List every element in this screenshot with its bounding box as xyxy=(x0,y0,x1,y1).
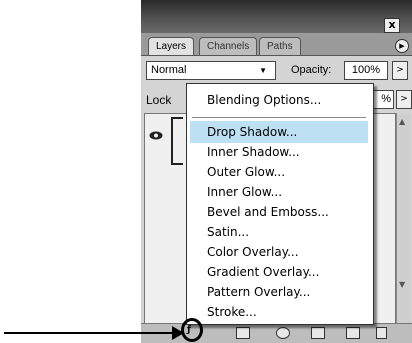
scroll-down-icon[interactable]: ▼ xyxy=(399,280,405,289)
scroll-up-icon[interactable]: ▲ xyxy=(399,117,405,126)
tab-channels[interactable]: Channels xyxy=(199,37,258,55)
menu-item-gradient-overlay[interactable]: Gradient Overlay... xyxy=(207,262,319,282)
menu-item-inner-glow[interactable]: Inner Glow... xyxy=(207,182,282,202)
folder-icon[interactable] xyxy=(311,327,325,339)
fill-field[interactable]: % xyxy=(372,90,394,109)
callout-arrow-line xyxy=(4,332,178,334)
menu-item-outer-glow[interactable]: Outer Glow... xyxy=(207,162,285,182)
fill-slider-button[interactable]: > xyxy=(396,90,412,109)
menu-item-blending-options[interactable]: Blending Options... xyxy=(207,90,321,110)
trash-icon[interactable] xyxy=(376,327,387,339)
menu-item-drop-shadow[interactable]: Drop Shadow... xyxy=(207,122,297,142)
new-layer-icon[interactable] xyxy=(346,327,360,339)
blend-mode-value: Normal xyxy=(151,64,187,76)
eye-icon[interactable] xyxy=(149,131,163,140)
menu-item-bevel-emboss[interactable]: Bevel and Emboss... xyxy=(207,202,329,222)
menu-item-pattern-overlay[interactable]: Pattern Overlay... xyxy=(207,282,310,302)
lock-label: Lock xyxy=(146,93,172,107)
adjustment-icon[interactable] xyxy=(276,327,290,339)
menu-item-inner-shadow[interactable]: Inner Shadow... xyxy=(207,142,300,162)
close-button[interactable]: x xyxy=(384,18,400,33)
panel-title-bar[interactable] xyxy=(141,0,412,33)
scrollbar[interactable] xyxy=(396,113,411,323)
mask-icon[interactable] xyxy=(236,327,250,339)
blend-mode-select[interactable]: Normal ▼ xyxy=(146,61,276,80)
menu-item-color-overlay[interactable]: Color Overlay... xyxy=(207,242,299,262)
opacity-field[interactable]: 100% xyxy=(344,61,388,80)
menu-item-satin[interactable]: Satin... xyxy=(207,222,249,242)
tab-paths[interactable]: Paths xyxy=(259,37,301,55)
tab-layers[interactable]: Layers xyxy=(148,37,195,55)
opacity-slider-button[interactable]: > xyxy=(392,61,408,80)
callout-circle xyxy=(181,318,203,342)
chevron-down-icon: ▼ xyxy=(259,66,267,75)
menu-item-stroke[interactable]: Stroke... xyxy=(207,302,257,322)
menu-separator xyxy=(192,117,366,118)
layer-thumbnail[interactable] xyxy=(171,117,183,165)
panel-menu-button[interactable]: ▶ xyxy=(395,39,409,53)
opacity-label: Opacity: xyxy=(291,64,332,76)
